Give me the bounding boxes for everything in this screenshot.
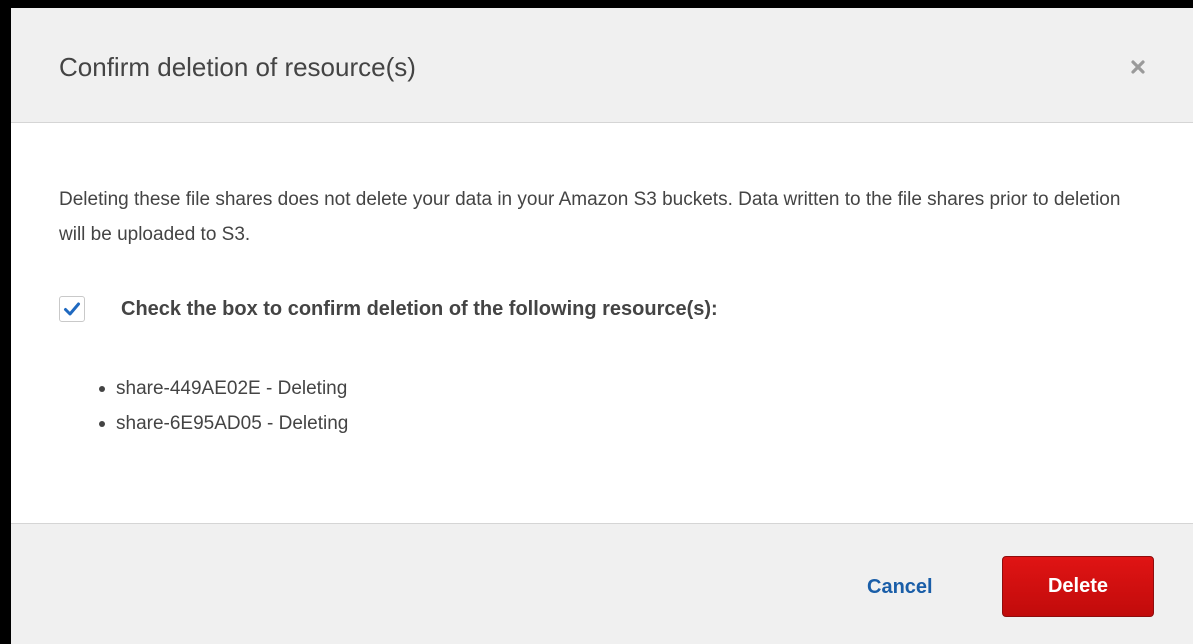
cancel-button[interactable]: Cancel xyxy=(867,571,933,603)
list-item: share-6E95AD05 - Deleting xyxy=(99,406,348,441)
delete-button[interactable]: Delete xyxy=(1002,556,1154,617)
checkmark-icon xyxy=(64,302,80,316)
window-frame-left xyxy=(0,0,11,644)
window-frame-top xyxy=(0,0,1193,8)
confirm-checkbox[interactable] xyxy=(59,296,85,322)
resource-label: share-6E95AD05 - Deleting xyxy=(116,413,349,434)
close-button[interactable] xyxy=(1123,52,1153,82)
dialog-header: Confirm deletion of resource(s) xyxy=(11,8,1193,123)
confirm-row: Check the box to confirm deletion of the… xyxy=(59,295,718,323)
dialog-description: Deleting these file shares does not dele… xyxy=(59,189,1121,245)
close-icon xyxy=(1131,60,1145,74)
bullet-icon xyxy=(99,421,105,427)
confirm-label: Check the box to confirm deletion of the… xyxy=(121,297,718,320)
resource-label: share-449AE02E - Deleting xyxy=(116,378,348,399)
dialog-title: Confirm deletion of resource(s) xyxy=(59,52,416,82)
resource-list: share-449AE02E - Deleting share-6E95AD05… xyxy=(99,371,348,441)
confirm-deletion-dialog: Confirm deletion of resource(s) Deleting… xyxy=(11,8,1193,644)
dialog-body: Deleting these file shares does not dele… xyxy=(11,123,1193,524)
dialog-footer: Cancel Delete xyxy=(11,523,1193,644)
bullet-icon xyxy=(99,386,105,392)
list-item: share-449AE02E - Deleting xyxy=(99,371,348,406)
